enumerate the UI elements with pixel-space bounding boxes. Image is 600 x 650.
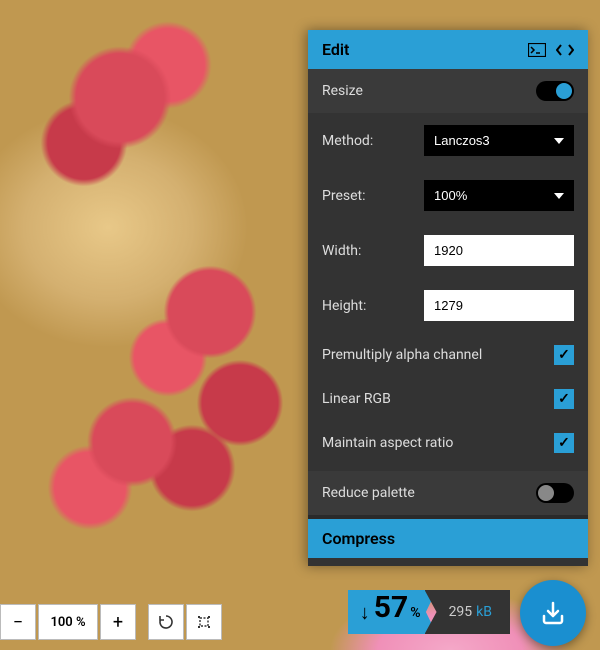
premultiply-checkbox[interactable]: ✓ <box>554 345 574 365</box>
resize-header-row: Resize <box>308 69 588 113</box>
zoom-out-button[interactable]: − <box>0 604 36 640</box>
height-input[interactable] <box>424 290 574 321</box>
compress-title: Compress <box>322 529 395 548</box>
zoom-toolbar: − 100 % + <box>0 604 222 640</box>
compress-body: MozJPEG <box>308 558 588 566</box>
height-label: Height: <box>322 298 366 314</box>
compression-stats: ↓ 57 % 295 kB <box>348 590 510 634</box>
width-input[interactable] <box>424 235 574 266</box>
swap-sides-icon[interactable] <box>556 43 574 57</box>
linear-rgb-checkbox[interactable]: ✓ <box>554 389 574 409</box>
cli-icon[interactable] <box>528 43 546 57</box>
download-button[interactable] <box>520 580 586 646</box>
percent-value: 57 <box>374 590 408 625</box>
size-unit: kB <box>476 604 492 620</box>
premultiply-label: Premultiply alpha channel <box>322 347 482 363</box>
percent-badge: ↓ 57 % <box>348 590 437 634</box>
percent-unit: % <box>410 605 420 621</box>
edit-header: Edit <box>308 30 588 69</box>
zoom-level[interactable]: 100 % <box>38 604 98 640</box>
rotate-button[interactable] <box>148 604 184 640</box>
size-badge: 295 kB <box>425 590 510 634</box>
aspect-label: Maintain aspect ratio <box>322 435 453 451</box>
method-select[interactable]: Lanczos3 <box>424 125 574 156</box>
preset-select[interactable]: 100% <box>424 180 574 211</box>
linear-rgb-label: Linear RGB <box>322 391 391 407</box>
reduce-palette-row: Reduce palette <box>308 471 588 515</box>
aspect-checkbox[interactable]: ✓ <box>554 433 574 453</box>
download-icon <box>538 598 568 628</box>
transform-button[interactable] <box>186 604 222 640</box>
compress-header: Compress <box>308 519 588 558</box>
zoom-in-button[interactable]: + <box>100 604 136 640</box>
resize-label: Resize <box>322 83 363 99</box>
edit-panel: Edit Resize Method: Lanczos3 Preset: 100… <box>308 30 588 566</box>
reduce-palette-label: Reduce palette <box>322 485 415 501</box>
resize-group: Method: Lanczos3 Preset: 100% Width: Hei… <box>308 113 588 471</box>
reduce-palette-toggle[interactable] <box>536 483 574 503</box>
size-value: 295 <box>449 604 473 620</box>
edit-title: Edit <box>322 40 349 59</box>
method-label: Method: <box>322 133 373 149</box>
width-label: Width: <box>322 243 361 259</box>
down-arrow-icon: ↓ <box>360 600 370 625</box>
resize-toggle[interactable] <box>536 81 574 101</box>
preset-label: Preset: <box>322 188 366 204</box>
